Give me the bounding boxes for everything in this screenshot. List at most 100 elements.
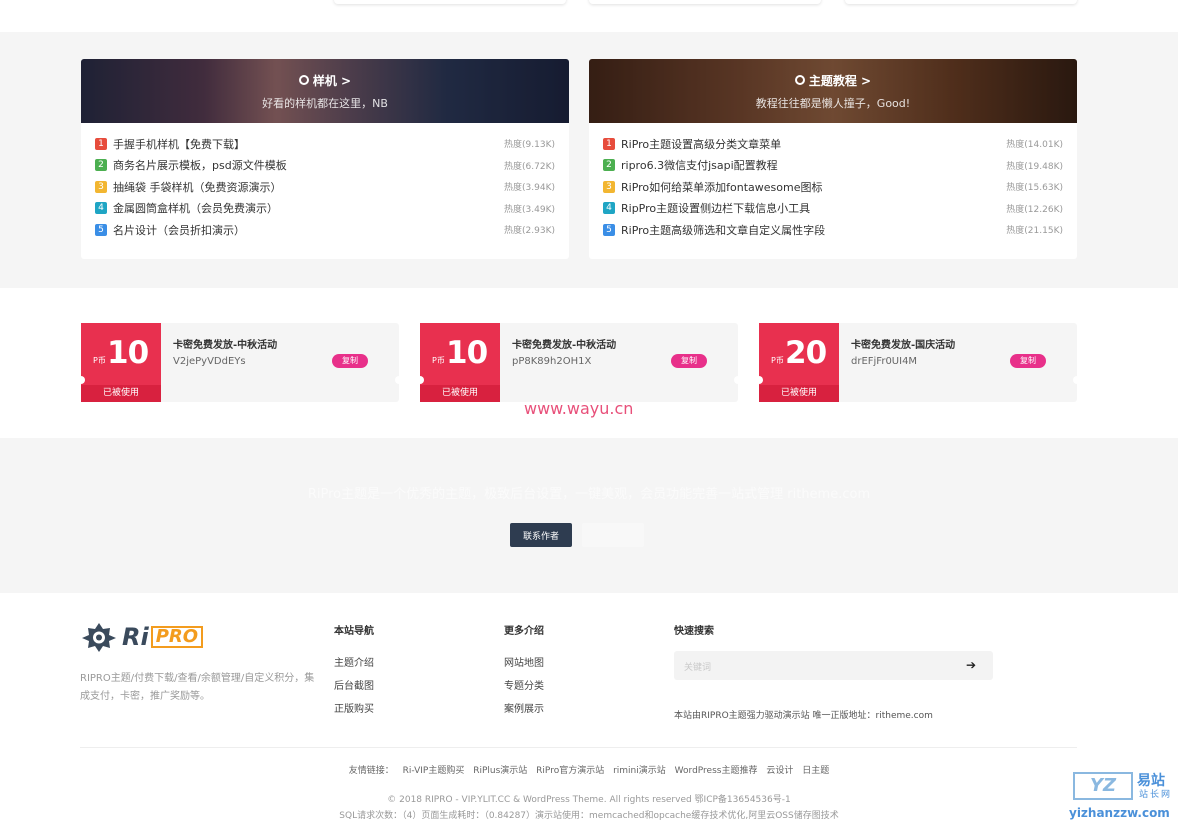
coupon-notch: [77, 376, 85, 384]
rank-badge: 3: [603, 180, 615, 193]
coupon-status: 已被使用: [420, 385, 500, 402]
footer-description: RIPRO主题/付费下载/查看/余额管理/自定义积分，集成支付，卡密，推广奖励等…: [80, 673, 315, 702]
heat-count: 热度(14.01K): [1006, 140, 1063, 151]
category-card: 主题教程 > 教程往往都是懒人撞子，Good! 1 RiPro主题设置高级分类文章…: [589, 59, 1077, 259]
heat-count: 热度(21.15K): [1006, 226, 1063, 237]
footer-link[interactable]: 后台截图: [334, 677, 374, 692]
list-item[interactable]: 5 名片设计（会员折扣演示） 热度(2.93K): [95, 219, 555, 241]
contact-author-button[interactable]: 联系作者: [510, 523, 572, 547]
coupon-card: P币 20 已被使用 卡密免费发放-国庆活动 drEFjFr0UI4M 复制: [755, 323, 1081, 402]
search-input[interactable]: [674, 651, 993, 680]
heat-count: 热度(3.94K): [504, 183, 555, 194]
rank-badge: 1: [603, 137, 615, 150]
copy-button[interactable]: 复制: [332, 354, 368, 368]
friend-links: 友情链接： Ri-VIP主题购买 RiPlus演示站 RiPro官方演示站 ri…: [0, 763, 1178, 776]
rank-badge: 4: [95, 202, 107, 215]
category-card: 样机 > 好看的样机都在这里，NB 1 手握手机样机【免费下载】 热度(9.13K)…: [81, 59, 569, 259]
coupon-status: 已被使用: [759, 385, 839, 402]
friend-link[interactable]: Ri-VIP主题购买: [403, 766, 465, 776]
watermark-cn-sub: 站长网: [1139, 790, 1173, 800]
coupon-value-panel: P币 20 已被使用: [759, 323, 839, 402]
list-item[interactable]: 1 RiPro主题设置高级分类文章菜单 热度(14.01K): [603, 133, 1063, 155]
category-list: 1 RiPro主题设置高级分类文章菜单 热度(14.01K) 2 ripro6.3微信…: [589, 123, 1077, 241]
rank-badge: 3: [95, 180, 107, 193]
footer-link[interactable]: 网站地图: [504, 654, 544, 669]
list-item[interactable]: 3 抽绳袋 手袋样机（免费资源演示） 热度(3.94K): [95, 176, 555, 198]
item-title-link[interactable]: RiPro如何给菜单添加fontawesome图标: [621, 179, 1006, 195]
category-title[interactable]: 主题教程 >: [794, 72, 871, 89]
list-item[interactable]: 1 手握手机样机【免费下载】 热度(9.13K): [95, 133, 555, 155]
friend-link[interactable]: 云设计: [766, 766, 793, 776]
coupon-notch: [755, 376, 763, 384]
post-card-edge[interactable]: [845, 0, 1077, 4]
item-title-link[interactable]: 商务名片展示模板，psd源文件模板: [113, 157, 504, 173]
item-title-link[interactable]: 金属圆筒盒样机（会员免费演示）: [113, 200, 504, 216]
top-strip: [0, 0, 1178, 32]
coupon-notch: [1073, 376, 1081, 384]
item-title-link[interactable]: ripro6.3微信支付jsapi配置教程: [621, 157, 1006, 173]
category-banner[interactable]: 主题教程 > 教程往往都是懒人撞子，Good!: [589, 59, 1077, 123]
footer-nav-title: 本站导航: [334, 626, 374, 637]
list-item[interactable]: 2 商务名片展示模板，psd源文件模板 热度(6.72K): [95, 155, 555, 177]
item-title-link[interactable]: RiPro主题高级筛选和文章自定义属性字段: [621, 222, 1006, 238]
category-list: 1 手握手机样机【免费下载】 热度(9.13K) 2 商务名片展示模板，psd源文件模…: [81, 123, 569, 241]
friend-link[interactable]: rimini演示站: [613, 766, 666, 776]
item-title-link[interactable]: RipPro主题设置侧边栏下载信息小工具: [621, 200, 1006, 216]
category-title[interactable]: 样机 >: [298, 72, 351, 89]
list-item[interactable]: 4 RipPro主题设置侧边栏下载信息小工具 热度(12.26K): [603, 198, 1063, 220]
footer-link[interactable]: 专题分类: [504, 677, 544, 692]
post-card-edge[interactable]: [589, 0, 821, 4]
list-item[interactable]: 5 RiPro主题高级筛选和文章自定义属性字段 热度(21.15K): [603, 219, 1063, 241]
logo-text-pro: PRO: [150, 626, 204, 648]
friend-link[interactable]: 日主题: [802, 766, 829, 776]
coupon-code: pP8K89h2OH1X: [512, 356, 592, 367]
site-logo[interactable]: Ri PRO: [80, 622, 204, 652]
footer-search-title: 快速搜索: [674, 626, 714, 637]
category-section: 样机 > 好看的样机都在这里，NB 1 手握手机样机【免费下载】 热度(9.13K)…: [0, 32, 1178, 288]
coupon-status: 已被使用: [81, 385, 161, 402]
item-title-link[interactable]: 抽绳袋 手袋样机（免费资源演示）: [113, 179, 504, 195]
rank-badge: 5: [603, 223, 615, 236]
coupon-amount: 20: [785, 335, 827, 371]
item-title-link[interactable]: RiPro主题设置高级分类文章菜单: [621, 136, 1006, 152]
copyright: © 2018 RIPRO - VIP.YLIT.CC & WordPress T…: [387, 795, 791, 805]
arrow-right-icon[interactable]: ➔: [966, 658, 976, 672]
friend-link[interactable]: RiPlus演示站: [473, 766, 527, 776]
rank-badge: 4: [603, 202, 615, 215]
copy-button[interactable]: 复制: [1010, 354, 1046, 368]
footer-link[interactable]: 正版购买: [334, 700, 374, 715]
category-subtitle: 好看的样机都在这里，NB: [262, 96, 388, 110]
coupon-value-panel: P币 10 已被使用: [81, 323, 161, 402]
circle-icon: [794, 75, 805, 85]
footer-link[interactable]: 案例展示: [504, 700, 544, 715]
contact-section: RiPro主题是一个优秀的主题，极致后台设置，一键美观，会员功能完善一站式管理 …: [0, 438, 1178, 593]
coupon-notch: [734, 376, 742, 384]
rank-badge: 1: [95, 137, 107, 150]
heat-count: 热度(2.93K): [504, 226, 555, 237]
copy-button[interactable]: 复制: [671, 354, 707, 368]
list-item[interactable]: 4 金属圆筒盒样机（会员免费演示） 热度(3.49K): [95, 198, 555, 220]
heat-count: 热度(19.48K): [1006, 161, 1063, 172]
site-watermark-logo: YZ 易站 站长网 yizhanzzw.com: [1069, 770, 1174, 820]
friend-link[interactable]: WordPress主题推荐: [675, 766, 758, 776]
heat-count: 热度(6.72K): [504, 161, 555, 172]
coupon-title: 卡密免费发放-中秋活动: [512, 340, 617, 351]
secondary-button[interactable]: [582, 523, 644, 547]
category-subtitle: 教程往往都是懒人撞子，Good!: [755, 96, 911, 110]
list-item[interactable]: 3 RiPro如何给菜单添加fontawesome图标 热度(15.63K): [603, 176, 1063, 198]
list-item[interactable]: 2 ripro6.3微信支付jsapi配置教程 热度(19.48K): [603, 155, 1063, 177]
item-title-link[interactable]: 手握手机样机【免费下载】: [113, 136, 504, 152]
coupon-value-panel: P币 10 已被使用: [420, 323, 500, 402]
logo-text-ri: Ri: [122, 623, 149, 651]
coupon-card: P币 10 已被使用 卡密免费发放-中秋活动 V2jePyVDdEYs 复制: [77, 323, 403, 402]
rank-badge: 5: [95, 223, 107, 236]
logo-gear-icon: [82, 623, 116, 652]
footer-divider: [80, 747, 1077, 748]
category-banner[interactable]: 样机 > 好看的样机都在这里，NB: [81, 59, 569, 123]
post-card-edge[interactable]: [334, 0, 566, 4]
friend-link[interactable]: RiPro官方演示站: [536, 766, 604, 776]
coupon-unit: P币: [93, 356, 106, 365]
coupon-notch: [416, 376, 424, 384]
footer-link[interactable]: 主题介绍: [334, 654, 374, 669]
item-title-link[interactable]: 名片设计（会员折扣演示）: [113, 222, 504, 238]
